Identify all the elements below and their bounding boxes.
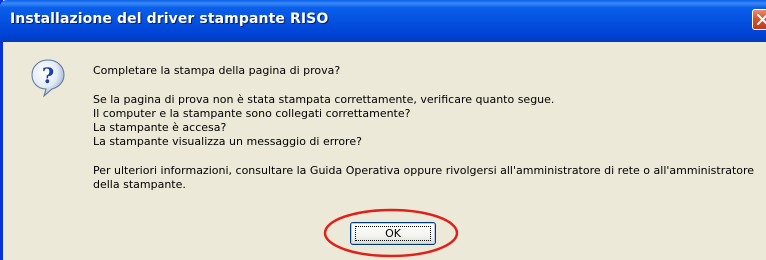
ok-button[interactable]: OK — [350, 222, 436, 245]
info-text: Per ulteriori informazioni, consultare l… — [93, 164, 755, 177]
ok-button-label: OK — [385, 227, 401, 240]
intro-text: Se la pagina di prova non è stata stampa… — [93, 93, 555, 106]
info-text: della stampante. — [93, 178, 186, 191]
close-icon — [757, 14, 766, 25]
check-item: La stampante è accesa? — [93, 121, 227, 134]
title-bar[interactable]: Installazione del driver stampante RISO — [0, 0, 766, 42]
check-item: Il computer e la stampante sono collegat… — [93, 107, 411, 120]
check-item: La stampante visualizza un messaggio di … — [93, 135, 362, 148]
close-button[interactable] — [752, 9, 766, 30]
svg-text:?: ? — [42, 63, 54, 88]
question-icon: ? — [31, 59, 65, 98]
window-title: Installazione del driver stampante RISO — [10, 11, 329, 27]
dialog-window: Installazione del driver stampante RISO … — [0, 0, 766, 260]
question-text: Completare la stampa della pagina di pro… — [93, 64, 341, 77]
